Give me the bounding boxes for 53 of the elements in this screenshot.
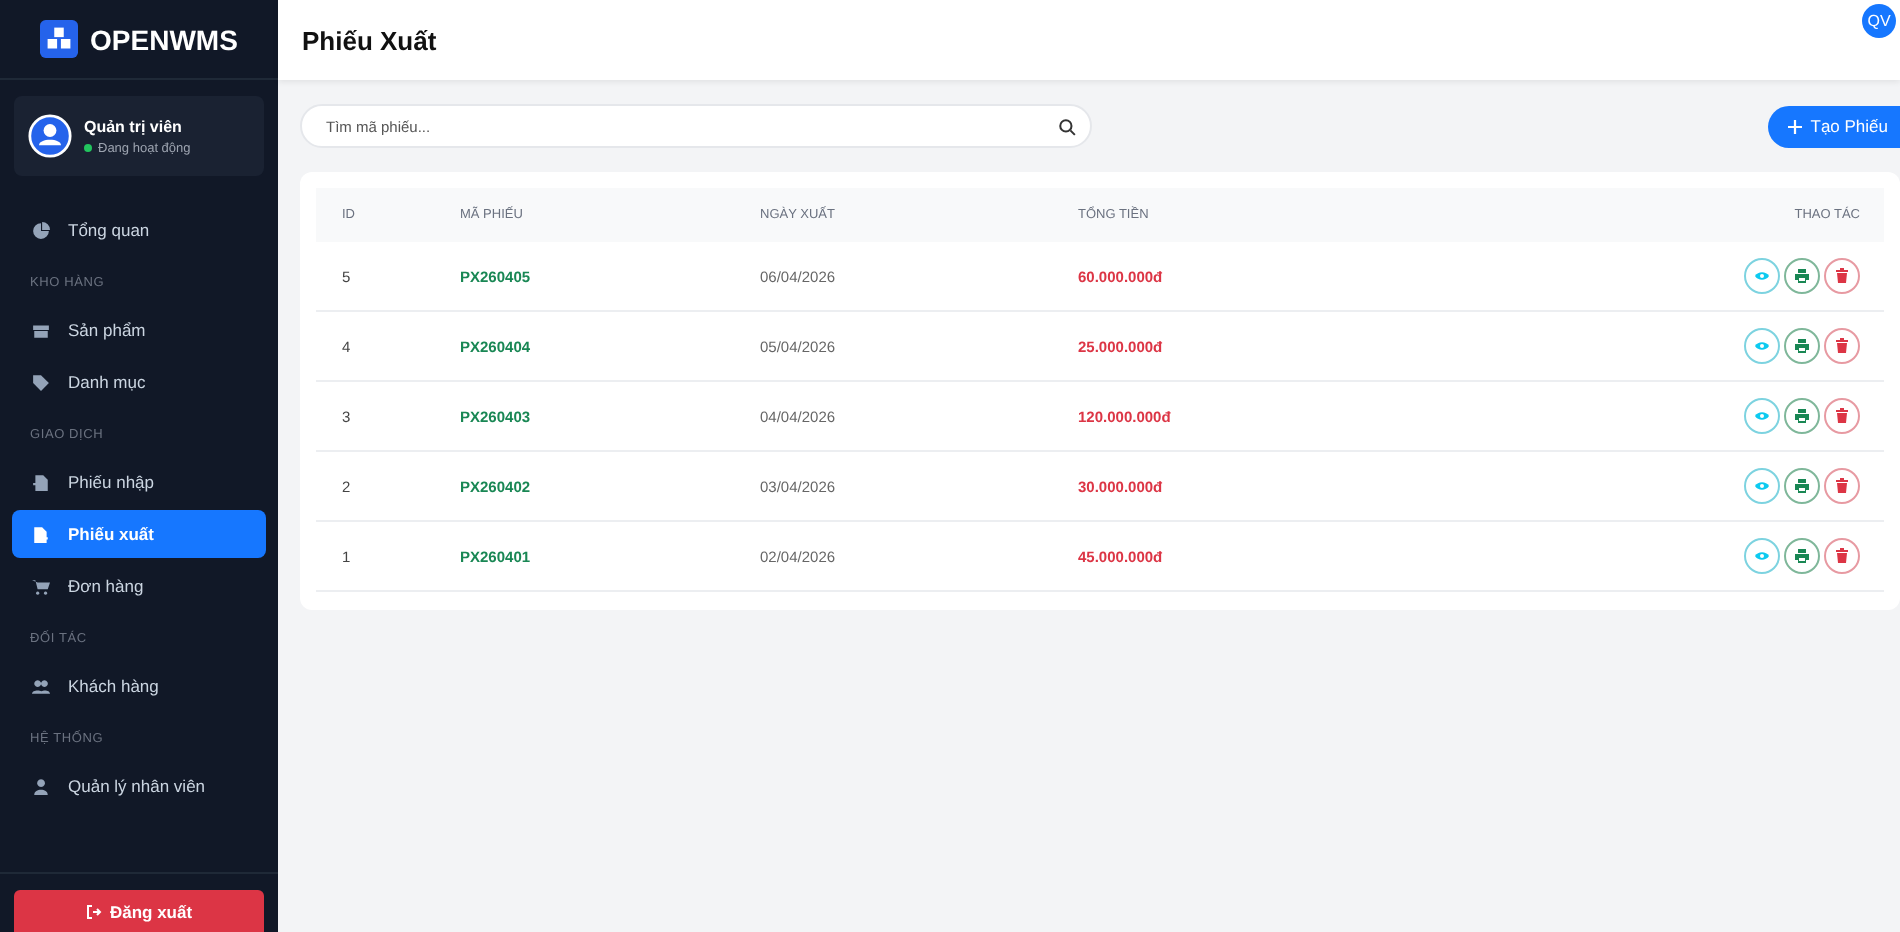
user-name: Quản trị viên xyxy=(84,117,184,135)
printer-icon xyxy=(1794,408,1810,424)
nav-icon xyxy=(32,525,50,543)
nav-icon xyxy=(32,473,50,491)
print-button[interactable] xyxy=(1784,328,1820,364)
trash-icon xyxy=(1834,338,1850,354)
print-button[interactable] xyxy=(1784,258,1820,294)
trash-icon xyxy=(1834,548,1850,564)
nav-icon xyxy=(32,777,50,795)
delete-button[interactable] xyxy=(1824,538,1860,574)
logout-icon xyxy=(85,903,102,919)
user-avatar-icon xyxy=(28,114,72,158)
eye-icon xyxy=(1754,548,1770,564)
trash-icon xyxy=(1834,268,1850,284)
delete-button[interactable] xyxy=(1824,258,1860,294)
boxes-logo-icon xyxy=(40,20,79,58)
print-button[interactable] xyxy=(1784,538,1820,574)
nav-icon xyxy=(32,677,50,695)
eye-icon xyxy=(1754,338,1770,354)
nav-item[interactable]: Phiếu xuất xyxy=(12,510,266,558)
status-dot xyxy=(84,144,92,152)
nav-item[interactable]: Sản phẩm xyxy=(12,306,266,354)
page-title: Phiếu Xuất xyxy=(302,25,437,55)
nav-item[interactable]: Đơn hàng xyxy=(12,562,266,610)
trash-icon xyxy=(1834,478,1850,494)
user-avatar[interactable]: QV xyxy=(1862,3,1896,37)
nav-item[interactable]: Danh mục xyxy=(12,358,266,406)
brand-name: OPENWMS xyxy=(90,23,238,55)
eye-icon xyxy=(1754,268,1770,284)
nav-icon xyxy=(32,373,50,391)
printer-icon xyxy=(1794,268,1810,284)
print-button[interactable] xyxy=(1784,398,1820,434)
plus-icon xyxy=(1788,119,1803,133)
logout-button[interactable]: Đăng xuất xyxy=(14,890,264,932)
delete-button[interactable] xyxy=(1824,398,1860,434)
nav-icon xyxy=(32,221,50,239)
eye-icon xyxy=(1754,478,1770,494)
nav-icon xyxy=(32,577,50,595)
search-icon xyxy=(1058,117,1076,135)
delete-button[interactable] xyxy=(1824,328,1860,364)
delete-button[interactable] xyxy=(1824,468,1860,504)
nav-icon xyxy=(32,321,50,339)
printer-icon xyxy=(1794,548,1810,564)
nav-item[interactable]: Phiếu nhập xyxy=(12,458,266,506)
printer-icon xyxy=(1794,478,1810,494)
create-button[interactable]: Tạo Phiếu xyxy=(1768,105,1900,147)
printer-icon xyxy=(1794,338,1810,354)
eye-icon xyxy=(1754,408,1770,424)
nav-item[interactable]: Quản lý nhân viên xyxy=(12,762,266,810)
trash-icon xyxy=(1834,408,1850,424)
nav-item[interactable]: Tổng quan xyxy=(12,206,266,254)
nav-item[interactable]: Khách hàng xyxy=(12,662,266,710)
print-button[interactable] xyxy=(1784,468,1820,504)
